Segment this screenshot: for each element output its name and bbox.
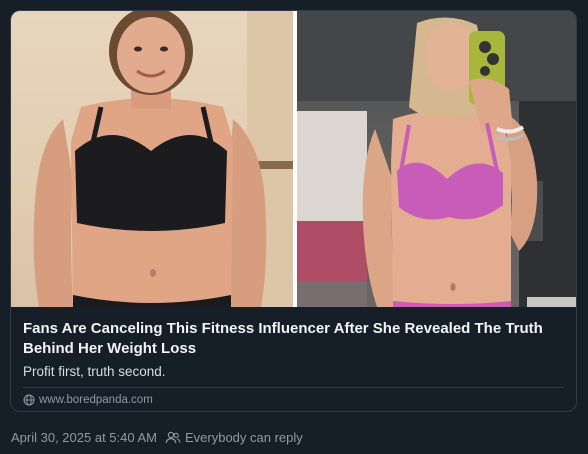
before-photo [11, 11, 293, 307]
people-icon [165, 431, 181, 444]
link-domain[interactable]: www.boredpanda.com [23, 394, 566, 406]
link-card-text[interactable]: Fans Are Canceling This Fitness Influenc… [11, 307, 576, 411]
link-description: Profit first, truth second. [23, 364, 166, 379]
post-timestamp[interactable]: April 30, 2025 at 5:40 AM [11, 430, 157, 445]
preview-image[interactable] [11, 11, 576, 307]
globe-icon [23, 394, 35, 406]
domain-text: www.boredpanda.com [39, 394, 153, 406]
card-divider [23, 387, 564, 388]
post-meta: April 30, 2025 at 5:40 AM Everybody can … [11, 430, 303, 445]
link-headline[interactable]: Fans Are Canceling This Fitness Influenc… [23, 319, 563, 359]
link-preview-card[interactable]: Fans Are Canceling This Fitness Influenc… [10, 10, 577, 412]
reply-setting[interactable]: Everybody can reply [185, 430, 303, 445]
after-photo [297, 11, 576, 307]
